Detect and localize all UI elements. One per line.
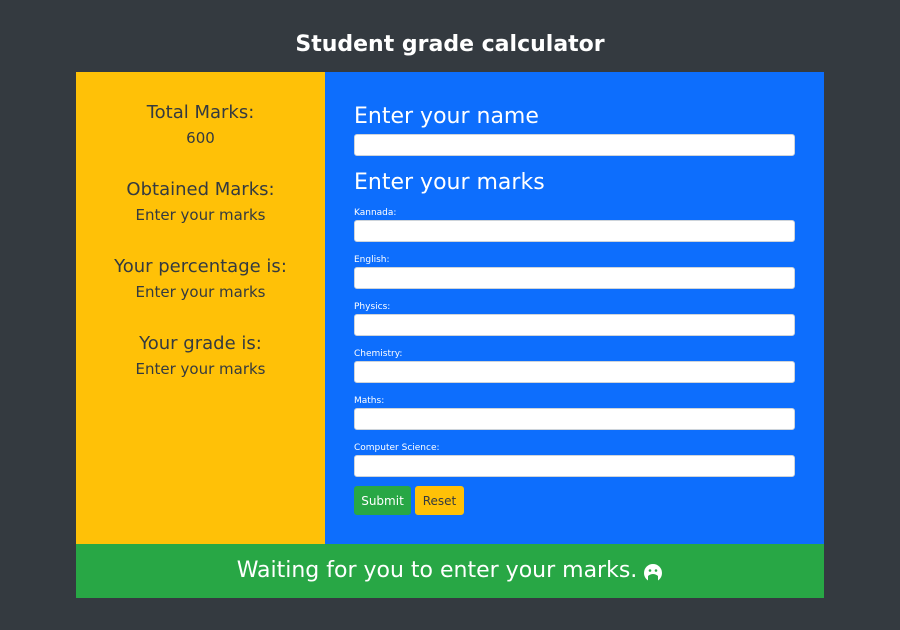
english-input[interactable] [354, 267, 795, 289]
physics-label: Physics: [354, 302, 391, 312]
percentage-value: Enter your marks [135, 283, 266, 301]
maths-input[interactable] [354, 408, 795, 430]
kannada-label: Kannada: [354, 208, 397, 218]
grade-label: Your grade is: [139, 333, 262, 354]
computer-science-label: Computer Science: [354, 443, 440, 453]
calculator-card: Total Marks: 600 Obtained Marks: Enter y… [76, 72, 824, 598]
form-panel: Enter your name Enter your marks Kannada… [325, 72, 824, 544]
kannada-input[interactable] [354, 220, 795, 242]
obtained-marks-value: Enter your marks [135, 206, 266, 224]
status-bar: Waiting for you to enter your marks. [76, 544, 824, 598]
marks-heading: Enter your marks [354, 170, 545, 195]
obtained-marks-block: Obtained Marks: Enter your marks [76, 178, 325, 228]
reset-button[interactable]: Reset [415, 486, 464, 515]
grade-block: Your grade is: Enter your marks [76, 332, 325, 382]
obtained-marks-label: Obtained Marks: [126, 179, 275, 200]
total-marks-label: Total Marks: [146, 102, 255, 123]
smiley-face-icon [643, 563, 663, 583]
total-marks-value: 600 [186, 129, 215, 147]
percentage-label: Your percentage is: [114, 256, 287, 277]
computer-science-input[interactable] [354, 455, 795, 477]
grade-value: Enter your marks [135, 360, 266, 378]
chemistry-input[interactable] [354, 361, 795, 383]
name-input[interactable] [354, 134, 795, 156]
submit-button[interactable]: Submit [354, 486, 411, 515]
summary-panel: Total Marks: 600 Obtained Marks: Enter y… [76, 72, 325, 544]
total-marks-block: Total Marks: 600 [76, 101, 325, 151]
page-title: Student grade calculator [295, 32, 605, 57]
percentage-block: Your percentage is: Enter your marks [76, 255, 325, 305]
name-heading: Enter your name [354, 104, 539, 129]
chemistry-label: Chemistry: [354, 349, 403, 359]
maths-label: Maths: [354, 396, 385, 406]
status-message: Waiting for you to enter your marks. [236, 558, 638, 583]
english-label: English: [354, 255, 390, 265]
physics-input[interactable] [354, 314, 795, 336]
